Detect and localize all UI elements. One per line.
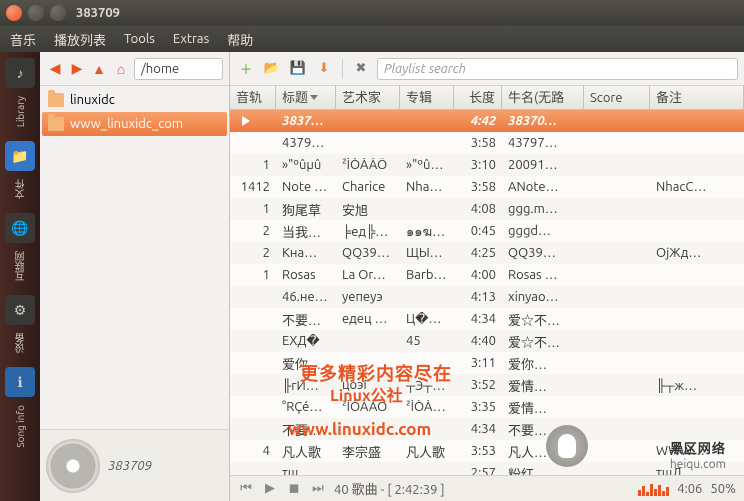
menu-help[interactable]: 帮助 [227,30,253,49]
nav-home-icon[interactable]: ⌂ [112,60,130,78]
col-artist[interactable]: 艺术家 [336,86,400,109]
track-row[interactable]: 不要…едец …Ц�…4:34爱☆不… [230,308,744,330]
launcher-internet-label: 互联网 [13,251,28,281]
folder-name: linuxidc [70,93,115,107]
titlebar: 383709 [0,0,744,26]
menubar: 音乐 播放列表 Tools Extras 帮助 [0,26,744,52]
stop-icon[interactable]: ◼ [286,481,302,497]
window-title: 383709 [76,6,120,20]
folder-name: www_linuxidc_com [70,117,183,131]
status-pct: 50% [710,482,736,496]
col-track[interactable]: 音轨 [230,86,276,109]
prev-icon[interactable]: ⏮ [238,481,254,497]
menu-playlist[interactable]: 播放列表 [54,30,106,49]
status-count: 40 歌曲 - [ 2:42:39 ] [334,479,445,498]
launcher-library-label: Library [15,96,26,127]
menu-music[interactable]: 音乐 [10,30,36,49]
clear-icon[interactable]: ✖ [351,59,371,79]
column-headers: 音轨 标题 艺术家 专辑 长度 牛名(无路 Score 备注 [230,86,744,110]
folder-icon [48,117,64,131]
launcher-devices-label: 设备 [13,333,28,353]
track-row[interactable]: 1412Note …ChariceNhac…3:58ANote…NhacC… [230,176,744,198]
track-row[interactable]: 2Кна…QQ39…ЩЫ…4:25QQ39…ОјЖд… [230,242,744,264]
track-row[interactable]: тш…2:57粉红…тшЛ… [230,462,744,475]
playing-indicator-icon [242,116,250,126]
track-row[interactable]: °RÇé…²ÌÒÀÁÖ²ÌÒÀ…3:35爱情… [230,396,744,418]
launcher-files-label: 文件 [13,179,28,199]
save-icon[interactable]: 💾 [288,59,308,79]
launcher-library-icon[interactable]: ♪ [5,58,35,88]
track-row[interactable]: 1RosasLa Or…Barbi…4:00Rosas … [230,264,744,286]
status-time: 4:06 [677,482,702,496]
separator [342,59,343,79]
sort-desc-icon [310,95,318,100]
launcher: ♪ Library 📁 文件 🌐 互联网 ⚙ 设备 ℹ Song info [0,52,40,501]
track-row[interactable]: 4379…3:5843797… [230,132,744,154]
download-icon[interactable]: ⬇ [314,59,334,79]
equalizer-icon [638,482,669,496]
now-playing-title: 383709 [108,459,152,473]
track-row[interactable]: 46.не…уепеуэ4:13xinyao… [230,286,744,308]
col-score[interactable]: Score [584,86,650,109]
track-row[interactable]: EXД�454:40爱☆不… [230,330,744,352]
path-input[interactable]: /home [134,58,223,80]
nav-back-icon[interactable]: ◀ [46,60,64,78]
col-length[interactable]: 长度 [454,86,502,109]
launcher-songinfo-icon[interactable]: ℹ [5,367,35,397]
window-close-icon[interactable] [6,5,22,21]
track-row[interactable]: 不要…4:34不要… [230,418,744,440]
next-icon[interactable]: ⏭ [310,481,326,497]
new-playlist-icon[interactable]: ＋ [236,59,256,79]
track-row[interactable]: 1»"ºûµû²ÌÒÀÁÖ»"ºûµ…3:1020091… [230,154,744,176]
launcher-internet-icon[interactable]: 🌐 [5,213,35,243]
track-row[interactable]: 爱你…3:11爱你… [230,352,744,374]
nav-up-icon[interactable]: ▲ [90,60,108,78]
folder-icon [48,93,64,107]
track-row[interactable]: 2当我…╞ед╠…๑๑ฆ…0:45gggd… [230,220,744,242]
file-browser-pane: ◀ ▶ ▲ ⌂ /home linuxidc www_linuxidc_com … [40,52,230,501]
playlist-pane: ＋ 📂 💾 ⬇ ✖ Playlist search 音轨 标题 艺术家 专辑 长… [230,52,744,501]
playlist-toolbar: ＋ 📂 💾 ⬇ ✖ Playlist search [230,52,744,86]
launcher-files-icon[interactable]: 📁 [5,141,35,171]
col-title[interactable]: 标题 [276,86,336,109]
col-album[interactable]: 专辑 [400,86,454,109]
track-row[interactable]: ╟гИ…цоэГ┬Э┬…3:52爱情…╟┬ж… [230,374,744,396]
menu-extras[interactable]: Extras [173,32,209,46]
play-icon[interactable]: ▶ [262,481,278,497]
nav-forward-icon[interactable]: ▶ [68,60,86,78]
launcher-devices-icon[interactable]: ⚙ [5,295,35,325]
folder-item[interactable]: www_linuxidc_com [42,112,227,136]
status-bar: ⏮ ▶ ◼ ⏭ 40 歌曲 - [ 2:42:39 ] 4:06 50% [230,475,744,501]
file-navbar: ◀ ▶ ▲ ⌂ /home [40,52,229,86]
track-list: 3837…4:4238370…4379…3:5843797…1»"ºûµû²ÌÒ… [230,110,744,475]
window-minimize-icon[interactable] [28,5,44,21]
album-art-icon [46,439,100,493]
folder-tree: linuxidc www_linuxidc_com [40,86,229,429]
col-note[interactable]: 备注 [650,86,744,109]
now-playing: 383709 [40,429,229,501]
launcher-songinfo-label: Song info [15,405,26,448]
track-row[interactable]: 4凡人歌李宗盛凡人歌3:53凡人…WWW… [230,440,744,462]
track-row[interactable]: 3837…4:4238370… [230,110,744,132]
playlist-search-input[interactable]: Playlist search [377,58,738,80]
col-filename[interactable]: 牛名(无路 [502,86,584,109]
open-icon[interactable]: 📂 [262,59,282,79]
folder-item[interactable]: linuxidc [42,88,227,112]
track-row[interactable]: 1狗尾草安旭4:08ggg.m… [230,198,744,220]
menu-tools[interactable]: Tools [124,32,155,46]
window-maximize-icon[interactable] [50,5,66,21]
